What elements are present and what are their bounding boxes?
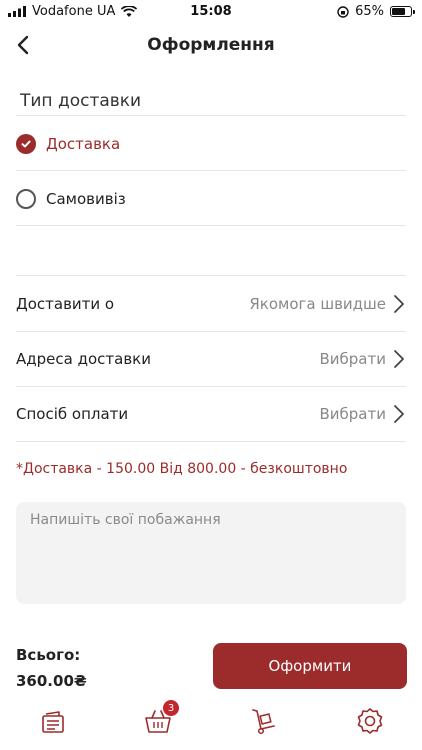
settings-icon: [357, 708, 383, 734]
delivery-note: *Доставка - 150.00 Від 800.00 - безкошто…: [16, 461, 348, 477]
delivery-address-row[interactable]: Адреса доставки Вибрати: [16, 331, 406, 386]
navigation-header: Оформлення: [0, 24, 422, 68]
delivery-icon: [252, 709, 275, 735]
delivery-time-label: Доставити о: [16, 294, 115, 313]
tab-delivery[interactable]: [248, 706, 278, 736]
tab-settings[interactable]: [355, 706, 385, 736]
payment-method-value: Вибрати: [319, 404, 387, 423]
pickup-option-label: Самовивіз: [46, 189, 126, 208]
chevron-right-icon: [394, 294, 404, 313]
total-value: 360.00₴: [16, 672, 87, 690]
payment-method-row[interactable]: Спосіб оплати Вибрати: [16, 386, 406, 441]
battery-percent: 65%: [355, 4, 384, 19]
battery-level: [392, 8, 405, 15]
menu-icon: [42, 711, 64, 733]
radio-unchecked-icon: [16, 188, 36, 209]
divider: [16, 441, 406, 442]
tab-menu[interactable]: [38, 706, 68, 736]
delivery-address-value: Вибрати: [319, 349, 387, 368]
battery-icon: [390, 6, 415, 17]
delivery-time-row[interactable]: Доставити о Якомога швидше: [16, 276, 406, 331]
delivery-type-title: Тип доставки: [20, 91, 142, 111]
delivery-option-label: Доставка: [46, 134, 121, 153]
delivery-address-label: Адреса доставки: [16, 349, 151, 368]
chevron-right-icon: [394, 404, 404, 423]
radio-checked-icon: [16, 133, 36, 154]
tab-cart[interactable]: 3: [143, 700, 179, 736]
status-bar: Vodafone UA 15:08 65%: [0, 0, 422, 24]
delivery-time-value: Якомога швидше: [249, 294, 386, 313]
chevron-right-icon: [394, 349, 404, 368]
cart-count-badge: 3: [163, 700, 179, 716]
rotation-lock-icon: [337, 5, 349, 18]
wishes-input[interactable]: [16, 502, 406, 604]
page-title: Оформлення: [147, 35, 275, 55]
tab-bar: 3: [0, 700, 422, 750]
divider: [16, 225, 406, 226]
delivery-option-pickup[interactable]: Самовивіз: [16, 171, 406, 226]
total-label: Всього:: [16, 646, 81, 664]
delivery-option-delivery[interactable]: Доставка: [16, 116, 406, 171]
payment-method-label: Спосіб оплати: [16, 404, 129, 423]
checkout-button[interactable]: Оформити: [213, 643, 407, 689]
